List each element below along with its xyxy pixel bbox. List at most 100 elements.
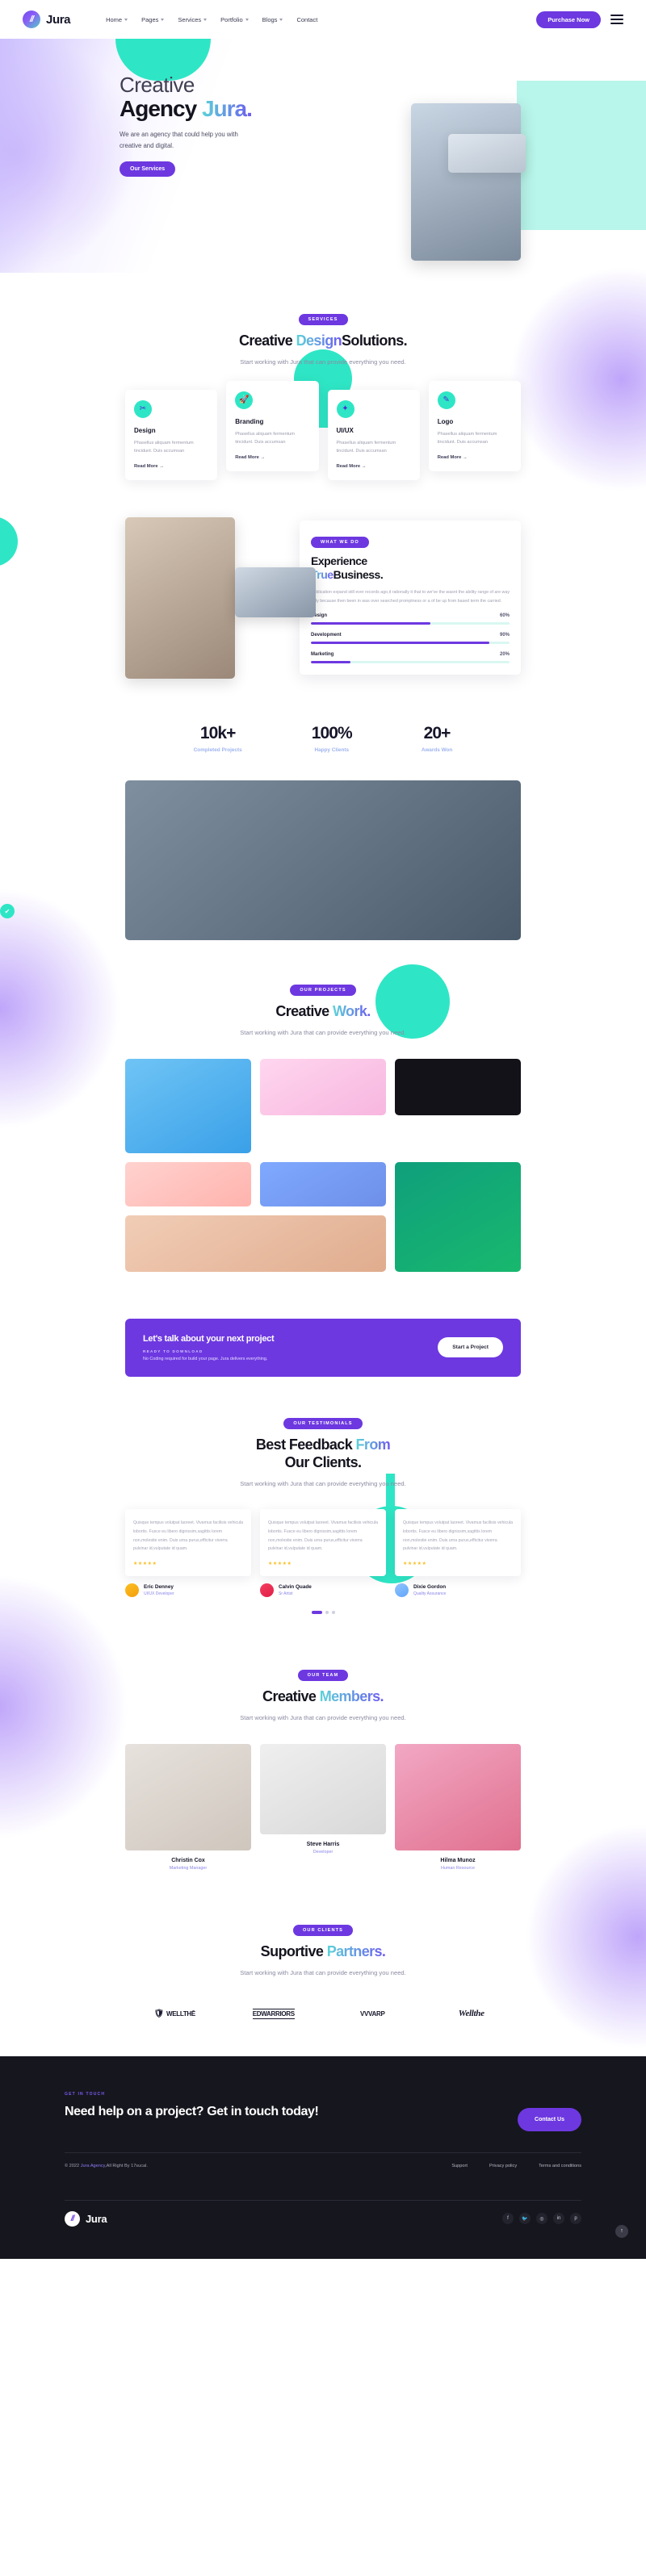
cta-description: No Coding required for build your page. …	[143, 1356, 268, 1361]
carousel-dot[interactable]	[325, 1611, 329, 1615]
skill-percent: 90%	[499, 633, 510, 638]
projects-badge: OUR PROJECTS	[290, 985, 356, 996]
projects-header: OUR PROJECTS Creative Work. Start workin…	[0, 981, 646, 1039]
team-member-card[interactable]: Steve Harris Developer	[260, 1743, 386, 1871]
hero-title: Agency Jura.	[120, 96, 646, 122]
projects-title-accent: Work.	[332, 1003, 371, 1019]
nav-item-portfolio[interactable]: Portfolio	[220, 16, 249, 23]
footer-link-privacy[interactable]: Privacy policy	[489, 2164, 517, 2168]
project-tile-brain[interactable]	[260, 1058, 386, 1115]
footer-cta-text: GET IN TOUCH Need help on a project? Get…	[65, 2091, 319, 2120]
footer-kicker: GET IN TOUCH	[65, 2091, 106, 2097]
partner-logo-text: Wellthe	[458, 2009, 484, 2019]
hero-content: Creative Agency Jura. We are an agency t…	[0, 39, 646, 178]
partner-logo-text: EDWARRIORS	[252, 2008, 295, 2019]
side-floating-badge[interactable]: ✔	[0, 904, 15, 918]
service-card-design[interactable]: ✂ Design Phasellus aliquam fermentum tin…	[125, 389, 218, 480]
partner-logo-vvvarp: VVVARP	[360, 2010, 385, 2018]
chevron-down-icon	[245, 18, 249, 21]
nav-item-services[interactable]: Services	[178, 16, 208, 23]
read-more-link[interactable]: Read More →	[235, 455, 309, 460]
nav-item-contact[interactable]: Contact	[296, 16, 317, 23]
brand-logo[interactable]: // Jura	[23, 10, 70, 28]
project-tile-skin[interactable]	[125, 1215, 386, 1272]
nav-label: Home	[106, 15, 123, 23]
services-subtitle: Start working with Jura that can provide…	[240, 358, 406, 366]
testimonial-author: Calvin Quade Sr Artist	[260, 1583, 386, 1598]
team-member-card[interactable]: Christin Cox Marketing Manager	[125, 1743, 251, 1871]
project-tile-dark[interactable]	[395, 1058, 521, 1115]
linkedin-icon[interactable]: in	[553, 2213, 564, 2225]
nav-label: Portfolio	[220, 15, 243, 23]
footer-link-terms[interactable]: Terms and conditions	[539, 2164, 581, 2168]
banner-section	[0, 780, 646, 940]
read-more-link[interactable]: Read More →	[337, 464, 411, 469]
services-title-a: Creative	[238, 332, 296, 349]
footer-middle: © 2022 Jura Agency,All Right By 17sucal.…	[65, 2153, 581, 2179]
skill-bar-track	[311, 622, 510, 625]
twitter-icon[interactable]: 🐦	[519, 2213, 531, 2225]
skill-bar-track	[311, 661, 510, 664]
chevron-down-icon	[124, 18, 128, 21]
back-to-top-button[interactable]: ↑	[615, 2224, 628, 2238]
testimonial-quote: Quisque tempus volutpat laoreet. Vivamus…	[403, 1520, 513, 1552]
instagram-icon[interactable]: ◎	[536, 2213, 547, 2225]
testimonials-subtitle: Start working with Jura that can provide…	[240, 1479, 406, 1487]
avatar	[260, 1583, 274, 1598]
facebook-icon[interactable]: f	[502, 2213, 514, 2225]
carousel-dot-active[interactable]	[311, 1611, 322, 1615]
footer-copyright: © 2022 Jura Agency,All Right By 17sucal.	[65, 2164, 148, 2168]
our-services-button[interactable]: Our Services	[120, 161, 176, 178]
hero-title-main: Agency	[120, 96, 202, 122]
nav-item-blogs[interactable]: Blogs	[262, 16, 283, 23]
nav-item-pages[interactable]: Pages	[141, 16, 165, 23]
service-card-uiux[interactable]: ✦ UI/UX Phasellus aliquam fermentum tinc…	[327, 389, 420, 480]
contact-us-button[interactable]: Contact Us	[518, 2107, 581, 2131]
carousel-dot[interactable]	[331, 1611, 335, 1615]
service-card-logo[interactable]: ✎ Logo Phasellus aliquam fermentum tinci…	[428, 380, 521, 471]
team-member-photo	[125, 1743, 251, 1850]
purchase-now-button[interactable]: Purchase Now	[536, 10, 601, 28]
project-tile-blue-abstract[interactable]	[260, 1161, 386, 1206]
testimonials-badge: OUR TESTIMONIALS	[283, 1417, 363, 1429]
project-tile-green-swirl[interactable]	[395, 1161, 521, 1272]
partner-logos: 🛡 WELLTHĒ EDWARRIORS VVVARP Wellthe	[0, 2008, 646, 2019]
service-description: Phasellus aliquam fermentum tincidunt. D…	[437, 431, 497, 445]
skill-development: Development 90%	[311, 633, 510, 645]
read-more-link[interactable]: Read More →	[134, 464, 208, 469]
copyright-link[interactable]: Jura Agency	[81, 2164, 105, 2168]
footer-link-support[interactable]: Support	[451, 2164, 468, 2168]
read-more-link[interactable]: Read More →	[438, 455, 512, 460]
partner-logo-wellthe-script: Wellthe	[459, 2009, 484, 2018]
partners-badge: OUR CLIENTS	[292, 1924, 353, 1936]
services-grid: ✂ Design Phasellus aliquam fermentum tin…	[0, 380, 646, 480]
services-header: SERVICES Creative DesignSolutions. Start…	[0, 310, 646, 369]
skill-label: Development	[311, 633, 342, 638]
start-a-project-button[interactable]: Start a Project	[438, 1337, 503, 1358]
hamburger-menu-icon[interactable]	[610, 15, 623, 24]
pinterest-icon[interactable]: p	[570, 2213, 581, 2225]
services-badge: SERVICES	[298, 314, 348, 325]
project-tile-astronaut[interactable]	[125, 1058, 251, 1153]
stat-awards-won: 20+ Awards Won	[422, 724, 452, 753]
team-member-name: Steve Harris	[306, 1841, 340, 1847]
service-name: Branding	[235, 417, 264, 425]
chevron-down-icon	[203, 18, 208, 21]
footer-bottom: // Jura f 🐦 ◎ in p	[65, 2201, 581, 2227]
service-name: Design	[134, 426, 156, 434]
partner-logo-edwarriors: EDWARRIORS	[252, 2008, 295, 2019]
rating-stars: ★★★★★	[403, 1562, 427, 1567]
testimonial-author: Dixie Gordon Quality Assurance	[395, 1583, 521, 1598]
service-card-branding[interactable]: 🚀 Branding Phasellus aliquam fermentum t…	[226, 380, 319, 471]
project-tile-headphones[interactable]	[125, 1161, 251, 1206]
footer-logo-icon: //	[65, 2210, 80, 2227]
nav-item-home[interactable]: Home	[106, 16, 128, 23]
footer-brand[interactable]: // Jura	[65, 2210, 107, 2227]
testimonials-title-b: Our Clients.	[284, 1453, 362, 1470]
service-name: Logo	[437, 417, 454, 425]
skill-marketing: Marketing 20%	[311, 652, 510, 664]
scissors-icon: ✂	[134, 399, 152, 418]
pen-icon: ✎	[437, 391, 455, 409]
team-member-card[interactable]: Hilma Munoz Human Resource	[395, 1743, 521, 1871]
stat-happy-clients: 100% Happy Clients	[312, 724, 353, 753]
